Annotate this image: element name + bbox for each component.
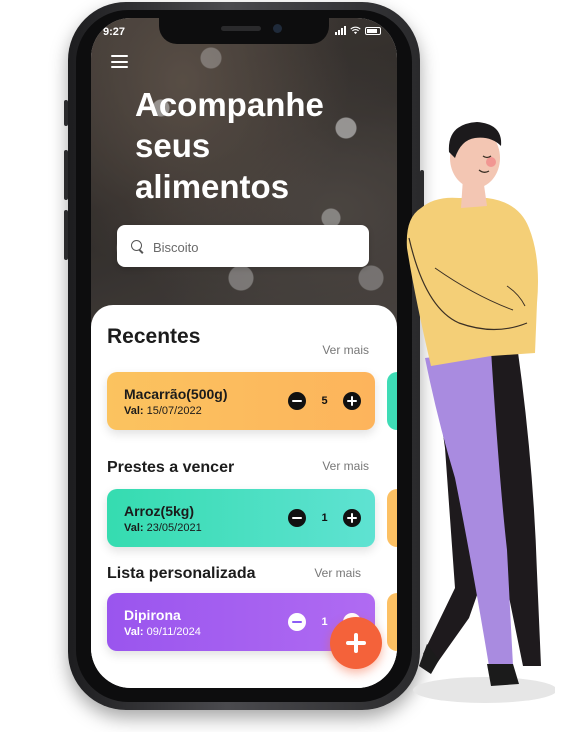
hamburger-menu-icon[interactable]	[111, 55, 128, 68]
section-title-lista-personalizada: Lista personalizada	[107, 565, 256, 582]
see-more-link-prestes-a-vencer[interactable]: Ver mais	[322, 459, 369, 473]
quantity-value: 1	[321, 512, 328, 524]
decrement-button[interactable]	[288, 392, 306, 410]
see-more-link-recentes[interactable]: Ver mais	[322, 343, 369, 357]
cheek	[486, 157, 496, 167]
product-name: Dipirona	[124, 607, 181, 623]
search-icon	[131, 240, 142, 251]
volume-down-button	[64, 210, 68, 260]
page-title: Acompanhe seus alimentos	[135, 86, 324, 205]
wifi-icon	[350, 26, 361, 35]
add-item-fab[interactable]	[330, 617, 382, 669]
product-card-prestes-a-vencer[interactable]: Arroz(5kg) Val: 23/05/2021 1	[107, 489, 375, 547]
decrement-button[interactable]	[288, 509, 306, 527]
section-title-recentes: Recentes	[107, 325, 201, 348]
mute-switch	[64, 100, 68, 126]
product-card-recentes[interactable]: Macarrão(500g) Val: 15/07/2022 5	[107, 372, 375, 430]
product-name: Macarrão(500g)	[124, 386, 228, 402]
status-icons	[335, 26, 381, 35]
signal-icon	[335, 26, 346, 35]
volume-up-button	[64, 150, 68, 200]
quantity-value: 5	[321, 395, 328, 407]
person-illustration	[406, 122, 555, 703]
section-title-prestes-a-vencer: Prestes a vencer	[107, 459, 235, 476]
status-time: 9:27	[103, 26, 126, 38]
battery-icon	[365, 26, 381, 35]
see-more-link-lista-personalizada[interactable]: Ver mais	[314, 566, 361, 580]
search-bar[interactable]	[117, 225, 369, 269]
expiry-date: Val: 09/11/2024	[124, 626, 201, 638]
decrement-button[interactable]	[288, 613, 306, 631]
notch	[159, 18, 329, 44]
product-name: Arroz(5kg)	[124, 503, 195, 519]
mockup-scene: 9:27 Acompanhe seus alimentos Recentes V…	[0, 0, 569, 732]
expiry-date: Val: 15/07/2022	[124, 405, 202, 417]
quantity-stepper: 5	[288, 392, 361, 410]
floor-shadow	[413, 677, 555, 703]
shoe-right	[487, 664, 519, 686]
search-input[interactable]	[151, 225, 355, 269]
increment-button[interactable]	[343, 392, 361, 410]
expiry-date: Val: 23/05/2021	[124, 522, 202, 534]
increment-button[interactable]	[343, 509, 361, 527]
quantity-stepper: 1	[288, 509, 361, 527]
sweater	[406, 197, 538, 366]
app-screen: 9:27 Acompanhe seus alimentos Recentes V…	[91, 18, 397, 688]
